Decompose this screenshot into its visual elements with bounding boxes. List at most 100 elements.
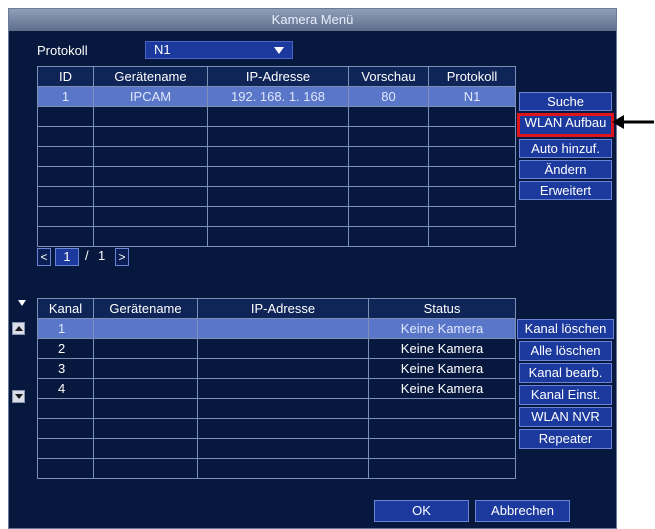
- channel-column-header: Gerätename: [93, 298, 198, 319]
- device-column-header: Vorschau: [348, 66, 429, 87]
- channel-table-row[interactable]: [37, 438, 516, 459]
- camera-menu-window: Kamera Menü Protokoll N1 ID Gerätename IP-…: [8, 8, 617, 529]
- device-table-row[interactable]: [37, 126, 516, 147]
- device-table-cell: [207, 206, 349, 227]
- channel-table-row[interactable]: [37, 458, 516, 479]
- move-up-icon[interactable]: [12, 322, 25, 335]
- channel-table-cell: [37, 458, 94, 479]
- device-table-cell: [93, 206, 208, 227]
- device-table-cell: 1: [37, 86, 94, 107]
- search-button[interactable]: Suche: [519, 92, 612, 111]
- channel-table-cell: [37, 418, 94, 439]
- device-table-cell: [428, 126, 516, 147]
- device-table: ID Gerätename IP-Adresse Vorschau Protokoll …: [37, 66, 516, 247]
- device-table-cell: [348, 206, 429, 227]
- delete-all-button[interactable]: Alle löschen: [519, 341, 612, 361]
- device-table-row[interactable]: [37, 166, 516, 187]
- channel-table-row[interactable]: [37, 398, 516, 419]
- channel-table-row[interactable]: 3 Keine Kamera: [37, 358, 516, 379]
- page-total: 1: [98, 248, 106, 263]
- auto-add-button[interactable]: Auto hinzuf.: [519, 139, 612, 158]
- channel-table-cell: 4: [37, 378, 94, 399]
- ok-button[interactable]: OK: [374, 500, 469, 522]
- device-table-cell: [207, 126, 349, 147]
- device-table-cell: [207, 146, 349, 167]
- channel-table-cell: [368, 398, 516, 419]
- channel-table-cell: [37, 398, 94, 419]
- page-number-input[interactable]: 1: [55, 248, 79, 266]
- wlan-setup-button[interactable]: WLAN Aufbau: [517, 113, 614, 137]
- channel-table-cell: [93, 378, 198, 399]
- advanced-button[interactable]: Erweitert: [519, 181, 612, 200]
- device-table-row[interactable]: 1 IPCAM 192. 168. 1. 168 80 N1: [37, 86, 516, 107]
- device-table-cell: 80: [348, 86, 429, 107]
- device-table-row[interactable]: [37, 206, 516, 227]
- device-column-header: IP-Adresse: [207, 66, 349, 87]
- pager-next-button[interactable]: >: [115, 248, 129, 266]
- device-table-cell: [207, 106, 349, 127]
- channel-table-cell: [93, 358, 198, 379]
- device-table-cell: [37, 146, 94, 167]
- channel-table-cell: [93, 338, 198, 359]
- channel-table-cell: 1: [37, 318, 94, 339]
- device-table-cell: 192. 168. 1. 168: [207, 86, 349, 107]
- device-table-cell: [348, 126, 429, 147]
- move-down-icon[interactable]: [12, 390, 25, 403]
- device-column-header: ID: [37, 66, 94, 87]
- device-table-cell: [348, 186, 429, 207]
- arrow-left-icon: [612, 115, 654, 129]
- channel-table-cell: [93, 418, 198, 439]
- device-table-row[interactable]: [37, 186, 516, 207]
- device-table-cell: [37, 106, 94, 127]
- device-table-cell: [348, 146, 429, 167]
- channel-column-header: Kanal: [37, 298, 94, 319]
- device-table-cell: [93, 126, 208, 147]
- protocol-dropdown[interactable]: N1: [145, 41, 293, 59]
- device-table-cell: [207, 186, 349, 207]
- wlan-nvr-button[interactable]: WLAN NVR: [519, 407, 612, 427]
- page-separator: /: [85, 248, 89, 263]
- device-table-row[interactable]: [37, 106, 516, 127]
- channel-table-cell: 3: [37, 358, 94, 379]
- edit-channel-button[interactable]: Kanal bearb.: [519, 363, 612, 383]
- channel-table-row[interactable]: 1 Keine Kamera: [37, 318, 516, 339]
- channel-table: Kanal Gerätename IP-Adresse Status 1 Keine K…: [37, 298, 516, 479]
- channel-table-row[interactable]: 4 Keine Kamera: [37, 378, 516, 399]
- device-table-cell: [93, 186, 208, 207]
- device-table-cell: [37, 186, 94, 207]
- protocol-label: Protokoll: [37, 43, 88, 58]
- device-table-row[interactable]: [37, 226, 516, 247]
- device-table-cell: [428, 146, 516, 167]
- device-table-row[interactable]: [37, 146, 516, 167]
- device-table-cell: [207, 166, 349, 187]
- collapse-icon[interactable]: [18, 300, 26, 306]
- device-table-cell: [37, 126, 94, 147]
- device-table-cell: [93, 226, 208, 247]
- channel-table-cell: [93, 398, 198, 419]
- device-table-cell: [37, 226, 94, 247]
- device-table-cell: [428, 186, 516, 207]
- channel-table-cell: [197, 318, 369, 339]
- device-table-cell: [428, 206, 516, 227]
- device-column-header: Protokoll: [428, 66, 516, 87]
- protocol-value: N1: [154, 42, 171, 57]
- device-column-header: Gerätename: [93, 66, 208, 87]
- channel-table-cell: [197, 358, 369, 379]
- channel-table-cell: 2: [37, 338, 94, 359]
- channel-table-cell: [93, 438, 198, 459]
- channel-table-cell: [93, 458, 198, 479]
- channel-table-cell: [197, 398, 369, 419]
- repeater-button[interactable]: Repeater: [519, 429, 612, 449]
- channel-table-row[interactable]: 2 Keine Kamera: [37, 338, 516, 359]
- device-table-cell: [428, 166, 516, 187]
- pager-prev-button[interactable]: <: [37, 248, 51, 266]
- device-table-cell: [348, 106, 429, 127]
- edit-button[interactable]: Ändern: [519, 160, 612, 179]
- device-table-cell: [93, 106, 208, 127]
- channel-table-row[interactable]: [37, 418, 516, 439]
- device-table-cell: N1: [428, 86, 516, 107]
- delete-channel-button[interactable]: Kanal löschen: [517, 319, 614, 339]
- channel-settings-button[interactable]: Kanal Einst.: [519, 385, 612, 405]
- cancel-button[interactable]: Abbrechen: [475, 500, 570, 522]
- device-table-cell: [428, 106, 516, 127]
